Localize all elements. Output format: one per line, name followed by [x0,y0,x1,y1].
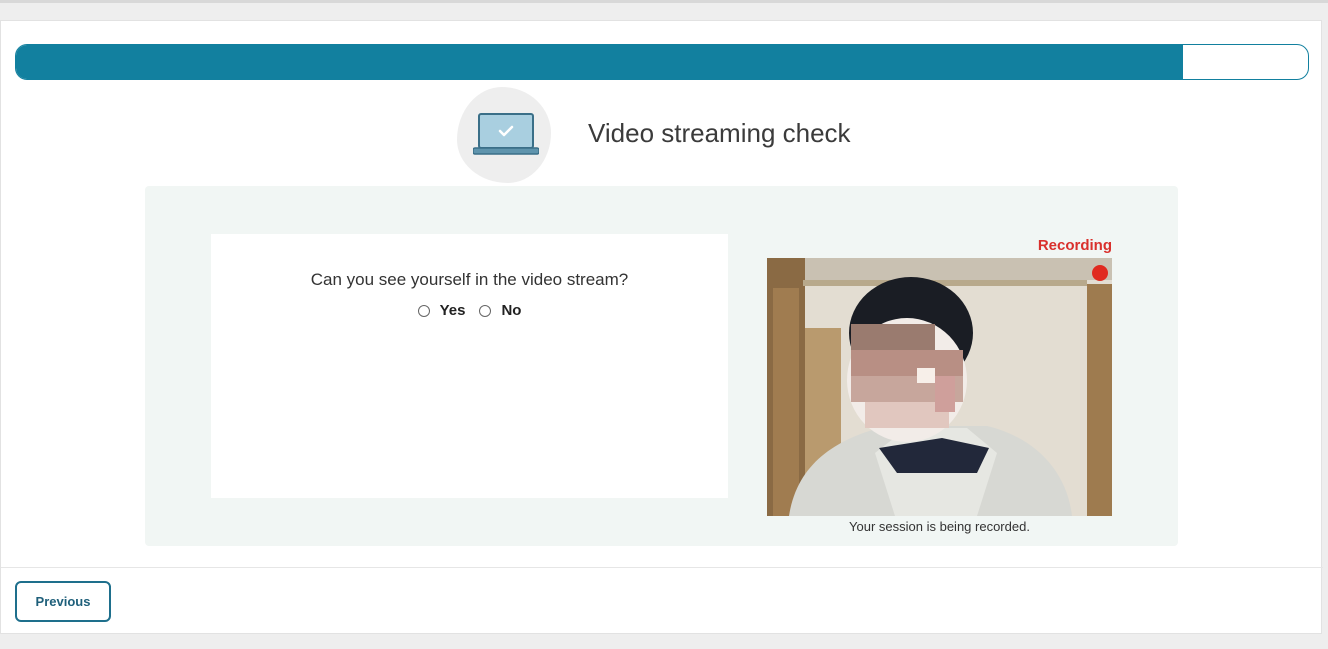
recording-status: Recording [1037,237,1112,254]
main-card: Video streaming check Can you see yourse… [0,20,1323,634]
previous-button[interactable]: Previous [15,581,111,622]
recording-caption: Your session is being recorded. [849,519,1030,534]
laptop-check-icon [457,87,551,183]
yes-radio[interactable] [417,304,430,317]
question-text: Can you see yourself in the video stream… [310,270,629,289]
check-panel: Can you see yourself in the video stream… [145,186,1178,546]
option-no-label: No [501,302,522,319]
progress-fill [16,45,1183,79]
question-box: Can you see yourself in the video stream… [211,234,728,498]
no-radio[interactable] [479,304,492,317]
option-yes[interactable]: Yes [417,302,466,319]
section-heading: Video streaming check [457,87,917,183]
recording-dot [1092,265,1108,281]
footer-divider [1,567,1323,568]
top-strip [0,0,1328,3]
option-yes-label: Yes [439,302,466,319]
video-preview [767,258,1112,516]
answer-options: Yes No [211,302,728,319]
progress-bar [15,44,1309,80]
page-title: Video streaming check [588,118,851,148]
option-no[interactable]: No [479,302,521,319]
